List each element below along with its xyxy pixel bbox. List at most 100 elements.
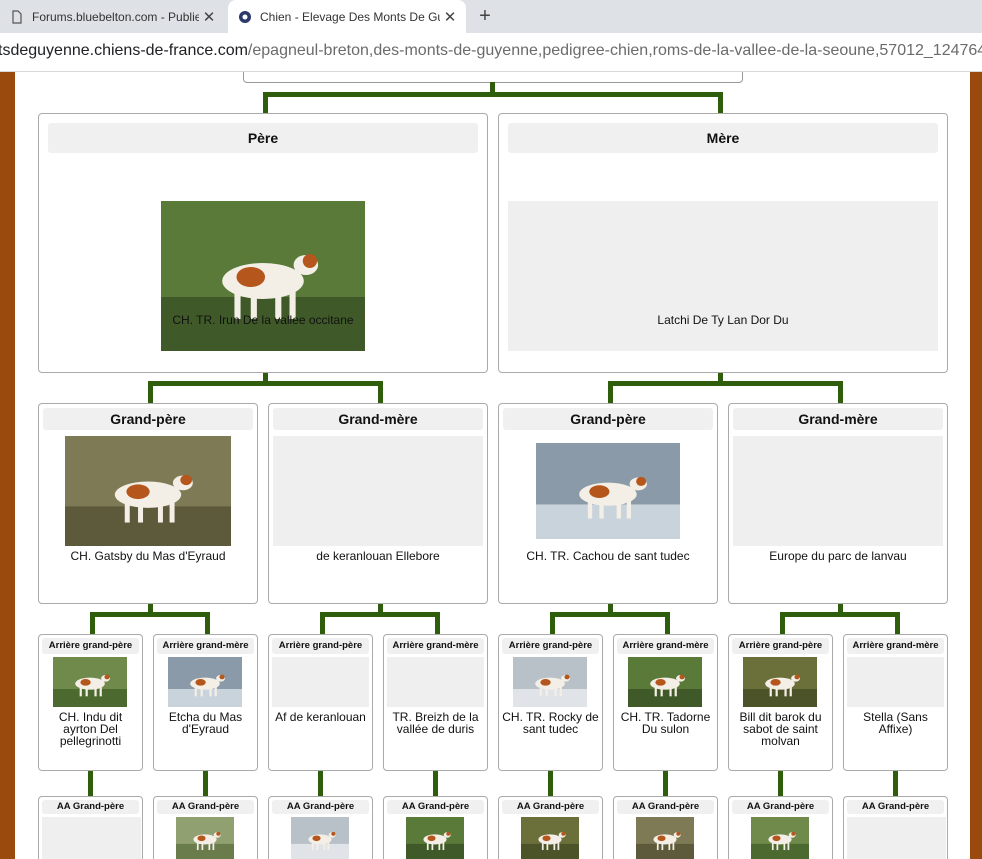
dog-name[interactable]: Latchi De Ty Lan Dor Du	[505, 314, 941, 326]
card-title: Arrière grand-mère	[617, 638, 714, 654]
dog-photo[interactable]	[176, 817, 234, 859]
grandparent-card[interactable]: Grand-père CH. TR. Cachou de sant tudec	[498, 403, 718, 604]
dog-name[interactable]: CH. TR. Rocky de sant tudec	[502, 711, 599, 735]
connector-line	[895, 612, 900, 634]
dog-name[interactable]: Bill dit barok du sabot de saint molvan	[732, 711, 829, 747]
great-grandparent-card[interactable]: Arrière grand-mère Stella (Sans Affixe)	[843, 634, 948, 771]
card-title: AA Grand-père	[502, 800, 599, 814]
connector-line	[90, 612, 95, 634]
card-title: Arrière grand-père	[272, 638, 369, 654]
great-grandparent-card[interactable]: Arrière grand-père CH. TR. Rocky de sant …	[498, 634, 603, 771]
card-title: AA Grand-père	[272, 800, 369, 814]
card-title: AA Grand-père	[617, 800, 714, 814]
grandparent-card[interactable]: Grand-père CH. Gatsby du Mas d'Eyraud	[38, 403, 258, 604]
dog-photo[interactable]	[628, 657, 702, 707]
parent-card-dam[interactable]: Mère Latchi De Ty Lan Dor Du	[498, 113, 948, 373]
dog-photo[interactable]	[406, 817, 464, 859]
url-path: /epagneul-breton,des-monts-de-guyenne,pe…	[247, 42, 982, 59]
gg-grandparent-card[interactable]: AA Grand-père	[728, 796, 833, 859]
dog-photo-art	[743, 657, 817, 707]
close-tab-icon[interactable]: ✕	[199, 8, 219, 26]
photo-placeholder	[847, 657, 944, 707]
dog-photo[interactable]	[168, 657, 242, 707]
dog-photo[interactable]	[751, 817, 809, 859]
dog-name[interactable]: Stella (Sans Affixe)	[847, 711, 944, 735]
dog-photo-art	[291, 817, 349, 859]
dog-photo-art	[53, 657, 127, 707]
connector-line	[608, 381, 613, 403]
gg-grandparent-card[interactable]: AA Grand-père	[613, 796, 718, 859]
grandparent-card[interactable]: Grand-mère Europe du parc de lanvau	[728, 403, 948, 604]
gg-grandparent-card[interactable]: AA Grand-père	[498, 796, 603, 859]
connector-line	[778, 771, 783, 796]
dog-name[interactable]: CH. TR. Irun De la vallee occitane	[45, 314, 481, 326]
gg-grandparent-card[interactable]: AA Grand-père	[843, 796, 948, 859]
gg-grandparent-card[interactable]: AA Grand-père	[383, 796, 488, 859]
dog-name[interactable]: Af de keranlouan	[272, 711, 369, 723]
address-bar[interactable]: tsdeguyenne.chiens-de-france.com/epagneu…	[0, 33, 982, 72]
card-title: Arrière grand-père	[42, 638, 139, 654]
card-title: AA Grand-père	[387, 800, 484, 814]
gg-grandparent-card[interactable]: AA Grand-père	[153, 796, 258, 859]
photo-placeholder	[847, 817, 946, 859]
grandparent-card[interactable]: Grand-mère de keranlouan Ellebore	[268, 403, 488, 604]
dog-photo[interactable]	[53, 657, 127, 707]
great-grandparent-card[interactable]: Arrière grand-père CH. Indu dit ayrton De…	[38, 634, 143, 771]
close-tab-icon[interactable]: ✕	[440, 8, 460, 26]
dog-photo[interactable]	[291, 817, 349, 859]
connector-line	[378, 381, 383, 403]
connector-line	[148, 381, 153, 403]
great-grandparent-card[interactable]: Arrière grand-mère TR. Breizh de la vallé…	[383, 634, 488, 771]
dog-name[interactable]: Europe du parc de lanvau	[733, 550, 943, 562]
dog-photo[interactable]	[513, 657, 587, 707]
dog-photo[interactable]	[521, 817, 579, 859]
dog-name[interactable]: CH. Gatsby du Mas d'Eyraud	[43, 550, 253, 562]
tab-title: Forums.bluebelton.com - Publier	[32, 9, 199, 24]
url-text[interactable]: tsdeguyenne.chiens-de-france.com/epagneu…	[0, 42, 982, 60]
gg-grandparent-card[interactable]: AA Grand-père	[268, 796, 373, 859]
connector-line	[435, 612, 440, 634]
dog-name[interactable]: CH. TR. Tadorne Du sulon	[617, 711, 714, 735]
card-title: AA Grand-père	[847, 800, 944, 814]
dog-photo-art	[751, 817, 809, 859]
photo-placeholder	[273, 436, 483, 546]
dog-name[interactable]: CH. Indu dit ayrton Del pellegrinotti	[42, 711, 139, 747]
great-grandparent-card[interactable]: Arrière grand-mère Etcha du Mas d'Eyraud	[153, 634, 258, 771]
dog-photo[interactable]	[636, 817, 694, 859]
dog-photo[interactable]	[743, 657, 817, 707]
dog-photo[interactable]	[536, 443, 680, 539]
dog-photo-art	[406, 817, 464, 859]
dog-name[interactable]: TR. Breizh de la vallée de duris	[387, 711, 484, 735]
card-title: Grand-père	[503, 408, 713, 430]
great-grandparent-card[interactable]: Arrière grand-père Af de keranlouan	[268, 634, 373, 771]
connector-line	[548, 771, 553, 796]
card-title: AA Grand-père	[42, 800, 139, 814]
gg-grandparent-card[interactable]: AA Grand-père	[38, 796, 143, 859]
url-host: tsdeguyenne.chiens-de-france.com	[0, 42, 248, 59]
card-title: Mère	[508, 123, 938, 153]
tab-title: Chien - Elevage Des Monts De Guyenne	[260, 9, 440, 24]
dog-photo[interactable]	[161, 201, 365, 351]
dog-photo-art	[65, 436, 231, 546]
dog-photo[interactable]	[65, 436, 231, 546]
card-title: AA Grand-père	[157, 800, 254, 814]
photo-placeholder	[733, 436, 943, 546]
parent-card-sire[interactable]: Père CH. TR. Irun De la vallee occitane	[38, 113, 488, 373]
card-title: Arrière grand-père	[732, 638, 829, 654]
connector-line	[550, 612, 555, 634]
tab-forums[interactable]: Forums.bluebelton.com - Publier ✕	[0, 0, 225, 33]
document-icon	[12, 9, 22, 24]
card-title: Grand-père	[43, 408, 253, 430]
dog-photo-art	[176, 817, 234, 859]
new-tab-button[interactable]: +	[474, 5, 496, 28]
tab-strip: Forums.bluebelton.com - Publier ✕ Chien …	[0, 0, 982, 33]
dog-name[interactable]: CH. TR. Cachou de sant tudec	[503, 550, 713, 562]
dog-name[interactable]: Etcha du Mas d'Eyraud	[157, 711, 254, 735]
dog-photo-art	[536, 443, 680, 539]
dog-name[interactable]: de keranlouan Ellebore	[273, 550, 483, 562]
great-grandparent-card[interactable]: Arrière grand-père Bill dit barok du sabo…	[728, 634, 833, 771]
photo-placeholder	[272, 657, 369, 707]
connector-line	[780, 612, 785, 634]
great-grandparent-card[interactable]: Arrière grand-mère CH. TR. Tadorne Du sul…	[613, 634, 718, 771]
tab-chien[interactable]: Chien - Elevage Des Monts De Guyenne ✕	[228, 0, 466, 33]
